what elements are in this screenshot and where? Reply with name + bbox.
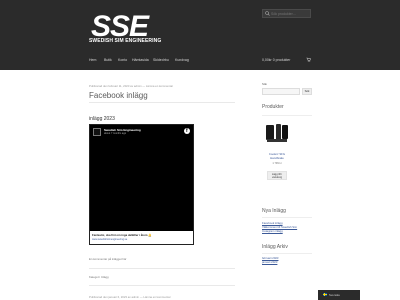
language-switcher[interactable]: Svenska	[318, 290, 360, 300]
brand-name: SWEDISH SIM ENGINEERING	[89, 38, 162, 44]
fb-caption-box[interactable]: Fantastic, ska fint om inga delkiller i …	[90, 231, 193, 244]
sidebar-search-button[interactable]: Sök	[302, 88, 312, 95]
recent-posts-heading: Nya Inlägg	[262, 208, 286, 214]
products-heading: Produkter	[262, 104, 284, 110]
nav-item-shipping[interactable]: Skidedrbu	[153, 58, 169, 62]
divider	[262, 115, 312, 116]
archive-heading: Inlägg Arkiv	[262, 244, 288, 250]
facebook-icon[interactable]: f	[184, 128, 190, 134]
language-label: Svenska	[329, 293, 340, 297]
cart-summary[interactable]: 0,00kr 0 produkter	[262, 58, 290, 62]
product-image[interactable]	[262, 122, 292, 145]
archive-link[interactable]: januari 2023	[262, 260, 277, 264]
nav-item-shop[interactable]: Butik	[104, 58, 112, 62]
add-to-cart-button[interactable]: Lägg till i varukorg	[267, 171, 287, 180]
divider	[262, 253, 312, 254]
fb-caption: Fantastic, ska fint om inga delkiller i …	[92, 233, 152, 237]
product-price: 1 799 kr	[272, 162, 282, 165]
facebook-embed[interactable]: Swedish Sim Engineering about 7 months a…	[89, 124, 194, 245]
post-meta: Publicerad den februari 11, 2023 av admi…	[89, 84, 174, 88]
cart-icon[interactable]	[306, 57, 311, 62]
search-input[interactable]	[271, 10, 311, 17]
post-title[interactable]: Facebook inlägg	[89, 91, 148, 100]
post-excerpt: En kommentar på inlägget här	[89, 257, 127, 261]
nav-item-cart[interactable]: Kundvag	[175, 58, 189, 62]
divider	[89, 268, 235, 269]
search-icon	[265, 11, 270, 16]
nav-item-home[interactable]: Hem	[89, 58, 96, 62]
divider	[262, 217, 312, 218]
fb-post-time: about 7 months ago	[104, 132, 127, 135]
divider	[89, 285, 235, 286]
sidebar-search-input[interactable]	[263, 98, 299, 104]
post-subtitle: inlägg 2023	[89, 116, 115, 122]
search-label: Sök	[262, 82, 267, 86]
nav-item-account[interactable]: Konto	[118, 58, 127, 62]
divider	[89, 102, 235, 103]
product-name[interactable]: Coolerz SFG Handbrake	[262, 152, 292, 160]
header-search[interactable]	[262, 9, 311, 18]
site-logo[interactable]: SSE	[89, 10, 169, 50]
recent-post-link[interactable]: Instagram inlägg	[262, 229, 283, 233]
flag-icon	[323, 293, 327, 296]
site-header: SSE SWEDISH SIM ENGINEERING Hem Butik Ko…	[0, 0, 400, 70]
fb-link[interactable]: www.swedishsimengineering.se	[92, 238, 191, 241]
page-avatar[interactable]	[93, 128, 101, 136]
post-category[interactable]: Kategori: Inlägg	[89, 275, 109, 279]
post-meta-2: Publicerad den januari 6, 2023 av admin …	[89, 295, 171, 299]
sidebar-search[interactable]	[262, 88, 300, 104]
svg-text:SSE: SSE	[91, 10, 150, 40]
nav-item-pickup[interactable]: Hämtasida	[132, 58, 149, 62]
